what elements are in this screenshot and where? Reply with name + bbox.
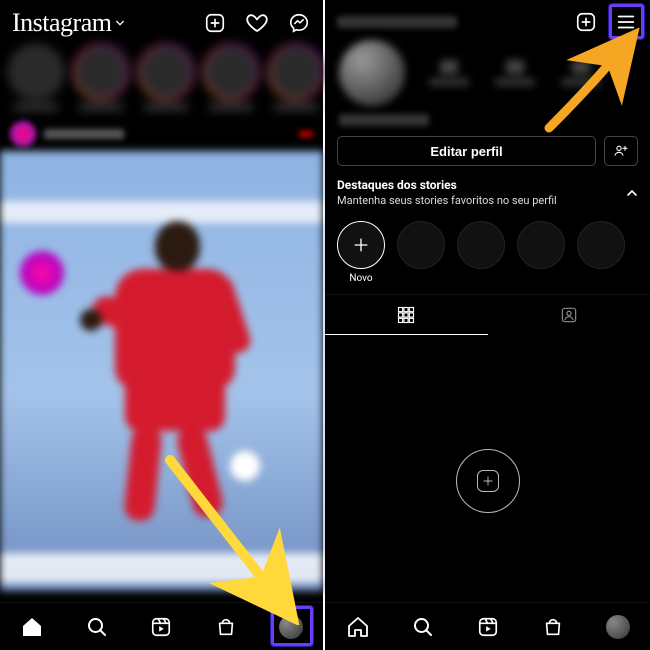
profile-display-name (339, 114, 429, 126)
highlights-title: Destaques dos stories (337, 178, 557, 192)
highlight-placeholder (457, 221, 505, 284)
nav-profile-avatar[interactable] (603, 612, 633, 642)
profile-screen: Editar perfil Destaques dos stories Mant… (325, 0, 650, 650)
post-header[interactable] (0, 117, 323, 151)
feed-header: Instagram (0, 0, 323, 42)
create-first-post-button[interactable] (456, 449, 520, 513)
logo-dropdown[interactable]: Instagram (12, 8, 125, 38)
tab-tagged-icon[interactable] (488, 295, 650, 335)
instagram-logo: Instagram (12, 8, 111, 38)
tab-grid-icon[interactable] (325, 295, 488, 335)
chevron-up-icon[interactable] (626, 187, 638, 199)
nav-home-icon[interactable] (343, 612, 373, 642)
post-author-avatar (10, 121, 36, 147)
nav-shop-icon[interactable] (211, 612, 241, 642)
stat-following[interactable] (561, 60, 601, 86)
profile-username[interactable] (337, 16, 457, 28)
stories-strip[interactable] (0, 42, 323, 117)
chevron-down-icon (115, 18, 125, 28)
create-post-icon[interactable] (203, 11, 227, 35)
nav-reels-icon[interactable] (146, 612, 176, 642)
discover-people-button[interactable] (604, 136, 638, 166)
stat-followers[interactable] (495, 60, 535, 86)
stat-posts[interactable] (429, 60, 469, 86)
nav-search-icon[interactable] (408, 612, 438, 642)
highlight-placeholder (577, 221, 625, 284)
annotation-highlight-menu (609, 4, 644, 39)
highlight-add[interactable]: Novo (337, 221, 385, 284)
nav-shop-icon[interactable] (538, 612, 568, 642)
annotation-highlight-profile (271, 606, 313, 646)
feed-screen: Instagram (0, 0, 325, 650)
feed-post-image[interactable] (0, 151, 323, 591)
nav-reels-icon[interactable] (473, 612, 503, 642)
create-post-icon[interactable] (574, 10, 598, 34)
nav-home-icon[interactable] (17, 612, 47, 642)
empty-grid-area (325, 360, 650, 602)
highlights-strip: Novo (325, 213, 650, 288)
highlights-subtitle: Mantenha seus stories favoritos no seu p… (337, 194, 557, 207)
activity-heart-icon[interactable] (245, 11, 269, 35)
messenger-icon[interactable] (287, 11, 311, 35)
edit-profile-button[interactable]: Editar perfil (337, 136, 596, 166)
profile-tabs (325, 294, 650, 335)
bottom-nav (325, 602, 650, 650)
nav-search-icon[interactable] (82, 612, 112, 642)
post-more-icon (299, 131, 313, 137)
highlight-placeholder (517, 221, 565, 284)
profile-avatar[interactable] (339, 40, 405, 106)
highlight-add-label: Novo (349, 273, 372, 284)
profile-header (325, 0, 650, 40)
highlight-placeholder (397, 221, 445, 284)
profile-stats-row (325, 40, 650, 114)
post-author-name (44, 129, 124, 139)
highlights-section: Destaques dos stories Mantenha seus stor… (325, 178, 650, 213)
